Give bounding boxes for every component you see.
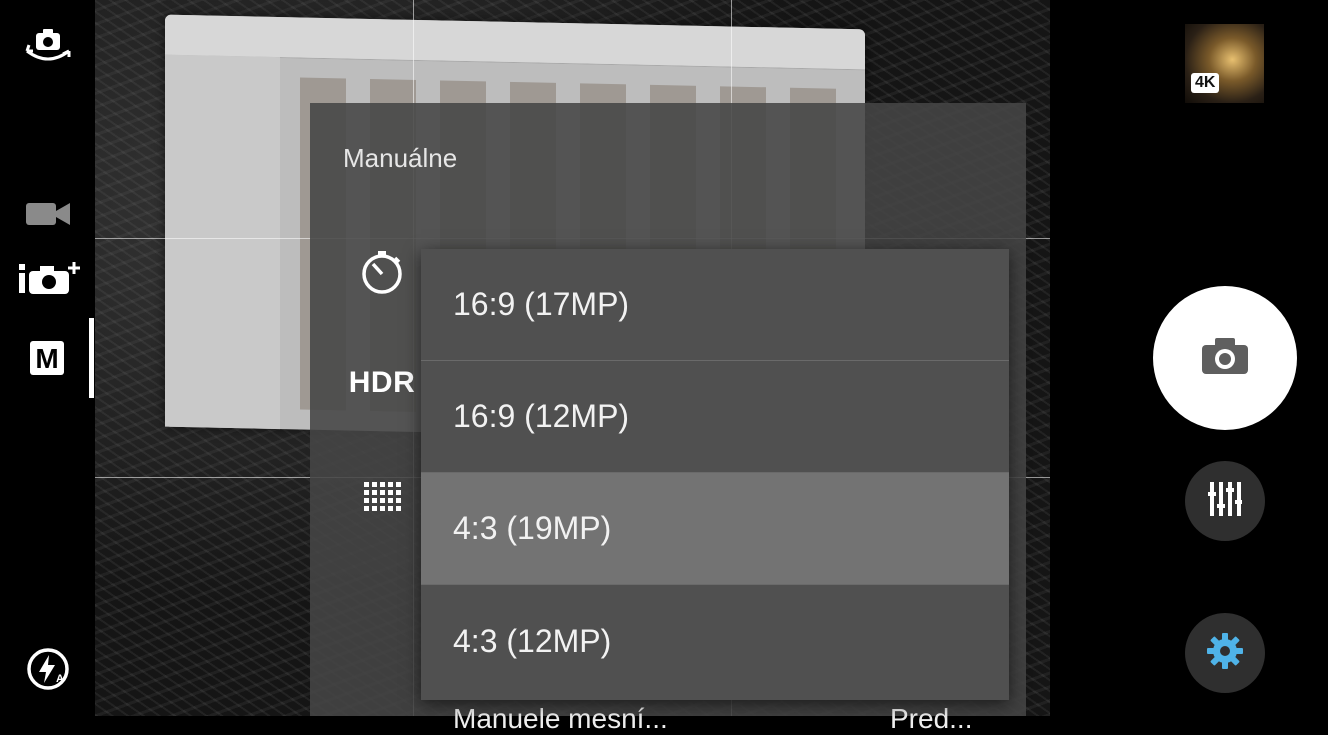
resolution-option-16-9-17mp[interactable]: 16:9 (17MP) — [421, 249, 1009, 361]
manual-settings-button[interactable] — [1185, 461, 1265, 541]
last-photo-thumbnail[interactable]: 4K — [1185, 24, 1264, 103]
resolution-option-4-3-19mp[interactable]: 4:3 (19MP) — [421, 473, 1009, 585]
switch-camera-icon[interactable] — [20, 26, 76, 70]
self-timer-icon[interactable] — [358, 248, 406, 296]
hdr-label: HDR — [348, 366, 416, 399]
svg-text:A: A — [56, 673, 64, 685]
settings-button[interactable] — [1185, 613, 1265, 693]
resolution-grid-icon[interactable] — [360, 477, 404, 517]
camera-icon — [1200, 336, 1250, 380]
panel-title: Manuálne — [343, 143, 458, 173]
resolution-option-16-9-12mp[interactable]: 16:9 (12MP) — [421, 361, 1009, 473]
manual-mode-label: M — [35, 343, 58, 374]
video-mode-icon[interactable] — [24, 198, 72, 230]
flash-auto-icon[interactable]: A — [25, 646, 71, 692]
superior-auto-icon[interactable] — [16, 258, 82, 298]
hdr-setting[interactable]: HDR — [346, 361, 418, 405]
resolution-dropdown: 16:9 (17MP) 16:9 (12MP) 4:3 (19MP) 4:3 (… — [421, 249, 1009, 700]
gear-icon — [1205, 631, 1245, 675]
resolution-option-4-3-12mp[interactable]: 4:3 (12MP) — [421, 585, 1009, 697]
shutter-button[interactable] — [1153, 286, 1297, 430]
bottom-setting-label-2[interactable]: Pred... — [890, 703, 972, 735]
4k-badge: 4K — [1191, 73, 1220, 93]
active-mode-indicator — [89, 318, 94, 398]
manual-mode-icon[interactable]: M — [29, 340, 65, 376]
mode-rail: M A — [0, 0, 95, 716]
manual-settings-icon — [1208, 480, 1242, 522]
bottom-setting-label-1[interactable]: Manuele mesní... — [453, 703, 668, 735]
